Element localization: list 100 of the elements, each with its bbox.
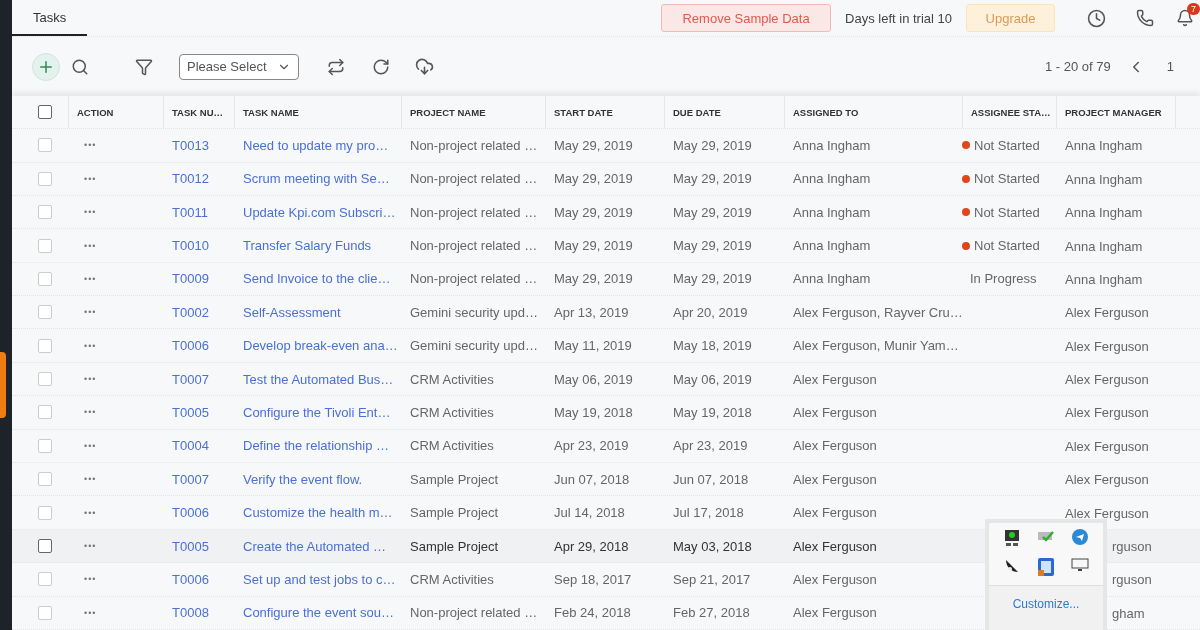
select-dropdown[interactable]: Please Select — [179, 53, 299, 80]
refresh-icon[interactable] — [372, 57, 390, 76]
table-cell-text: Feb 27, 2018 — [672, 605, 751, 621]
task-name-link[interactable]: Send Invoice to the clie… — [234, 271, 401, 287]
task-name-link[interactable]: Scrum meeting with Se… — [234, 171, 401, 187]
page-number[interactable]: 1 — [1166, 59, 1174, 75]
task-number-link[interactable]: T0009 — [163, 271, 234, 287]
task-name-link[interactable]: Need to update my pro… — [234, 137, 401, 153]
task-number-link[interactable]: T0013 — [163, 137, 234, 153]
column-header[interactable]: TASK NU… — [163, 96, 234, 129]
task-name-link[interactable]: Configure the event sou… — [234, 605, 401, 621]
filter-icon[interactable] — [135, 57, 153, 76]
table-cell-text: Alex Ferguson — [792, 505, 878, 521]
task-number-link[interactable]: T0007 — [163, 471, 234, 487]
more-actions-button[interactable]: ••• — [84, 340, 97, 351]
task-number-link[interactable]: T0007 — [163, 371, 234, 387]
clock-icon[interactable] — [1087, 8, 1106, 28]
column-header[interactable]: PROJECT MANAGER — [1056, 96, 1175, 129]
task-number-link[interactable]: T0010 — [163, 238, 234, 253]
more-actions-button[interactable]: ••• — [84, 273, 97, 284]
task-name-link[interactable]: Test the Automated Bus… — [234, 371, 401, 387]
monitor-icon[interactable] — [1004, 529, 1020, 547]
select-all-checkbox[interactable] — [38, 105, 52, 120]
table-cell-text: May 06, 2019 — [672, 371, 753, 387]
calculator-icon[interactable] — [1038, 558, 1054, 576]
table-cell-text: Non-project related … — [409, 171, 539, 187]
task-number-link[interactable]: T0006 — [163, 338, 234, 354]
more-actions-button[interactable]: ••• — [84, 541, 97, 551]
column-header[interactable]: DUE DATE — [664, 96, 784, 129]
task-number-link[interactable]: T0012 — [163, 171, 234, 187]
task-number-link[interactable]: T0005 — [163, 538, 234, 554]
task-name-link[interactable]: Verify the event flow. — [234, 471, 401, 487]
table-cell-text: Sample Project — [409, 538, 500, 554]
column-header[interactable]: ASSIGNED TO — [784, 96, 962, 129]
table-cell-text: Alex Ferguson — [792, 605, 878, 621]
printer-check-icon[interactable] — [1037, 529, 1055, 543]
task-number-link[interactable]: T0006 — [163, 571, 234, 587]
task-number-link[interactable]: T0011 — [163, 204, 234, 220]
table-cell-text: May 06, 2019 — [553, 371, 634, 387]
more-actions-button[interactable]: ••• — [84, 440, 97, 451]
table-cell-text: May 29, 2019 — [672, 204, 753, 220]
table-cell: Anna Ingham — [1065, 171, 1143, 187]
more-actions-button[interactable]: ••• — [84, 507, 97, 518]
table-cell-text: Non-project related … — [409, 137, 539, 153]
column-header[interactable]: TASK NAME — [234, 96, 401, 129]
task-name-link[interactable]: Create the Automated … — [234, 538, 401, 554]
table-cell-text: May 19, 2018 — [672, 404, 753, 420]
column-header[interactable]: ASSIGNEE STA… — [962, 96, 1056, 129]
tab[interactable]: Tasks — [12, 0, 88, 36]
task-name-link[interactable]: Configure the Tivoli Ent… — [234, 404, 401, 420]
table-cell-text: May 29, 2019 — [553, 171, 634, 187]
more-actions-button[interactable]: ••• — [84, 574, 97, 585]
swap-icon[interactable] — [327, 57, 345, 76]
paper-plane-icon[interactable] — [1072, 529, 1088, 545]
more-actions-button[interactable]: ••• — [84, 240, 97, 251]
task-name-link[interactable]: Update Kpi.com Subscri… — [234, 204, 401, 220]
table-cell-text: Gemini security upd… — [409, 338, 539, 354]
more-actions-button[interactable]: ••• — [84, 173, 97, 184]
row-checkbox[interactable] — [38, 539, 52, 553]
more-actions-button[interactable]: ••• — [84, 307, 97, 318]
table-cell-text: Gemini security upd… — [409, 304, 539, 320]
sidebar-tab[interactable] — [0, 352, 6, 418]
more-actions-button[interactable]: ••• — [84, 207, 97, 218]
task-number-link[interactable]: T0004 — [163, 438, 234, 454]
status-text: Not Started — [974, 171, 1040, 187]
task-name-link[interactable]: Transfer Salary Funds — [234, 238, 401, 253]
column-header[interactable]: START DATE — [545, 96, 664, 129]
table-cell-text: May 29, 2019 — [553, 238, 634, 253]
task-name-link[interactable]: Define the relationship … — [234, 438, 401, 454]
table-cell-text: Anna Ingham — [792, 271, 872, 287]
search-icon[interactable] — [71, 57, 89, 76]
task-number-link[interactable]: T0006 — [163, 505, 234, 521]
task-number-link[interactable]: T0005 — [163, 404, 234, 420]
table-cell-text: Apr 13, 2019 — [553, 304, 630, 320]
task-number-link[interactable]: T0002 — [163, 304, 234, 320]
more-actions-button[interactable]: ••• — [84, 140, 97, 151]
column-header[interactable]: PROJECT NAME — [401, 96, 545, 129]
task-name-link[interactable]: Develop break-even ana… — [234, 338, 401, 354]
remove-sample-data-button[interactable]: Remove Sample Data — [661, 4, 832, 32]
table-cell: Alex Ferguson — [1065, 405, 1149, 421]
add-button[interactable] — [32, 52, 60, 81]
table-cell-text: Non-project related … — [409, 238, 539, 253]
more-actions-button[interactable]: ••• — [84, 407, 97, 418]
cloud-download-icon[interactable] — [415, 57, 434, 77]
display-icon[interactable] — [1071, 558, 1089, 572]
task-name-link[interactable]: Set up and test jobs to c… — [234, 571, 401, 587]
task-name-link[interactable]: Customize the health m… — [234, 505, 401, 521]
more-actions-button[interactable]: ••• — [84, 607, 97, 618]
task-name-link[interactable]: Self-Assessment — [234, 304, 401, 320]
task-number-link[interactable]: T0008 — [163, 605, 234, 621]
phone-icon[interactable] — [1136, 9, 1154, 27]
table-cell-text: Alex Ferguson, Rayver Cru… — [792, 304, 962, 320]
more-actions-button[interactable]: ••• — [84, 374, 97, 385]
status-text: Not Started — [974, 137, 1040, 153]
table-cell-text: Alex Ferguson — [792, 471, 878, 487]
notification-badge: 7 — [1187, 3, 1200, 15]
customize-link[interactable]: Customize... — [1012, 597, 1080, 611]
table-cell-text: Alex Ferguson — [792, 438, 878, 454]
more-actions-button[interactable]: ••• — [84, 474, 97, 485]
column-header[interactable]: ACTION — [68, 96, 163, 129]
